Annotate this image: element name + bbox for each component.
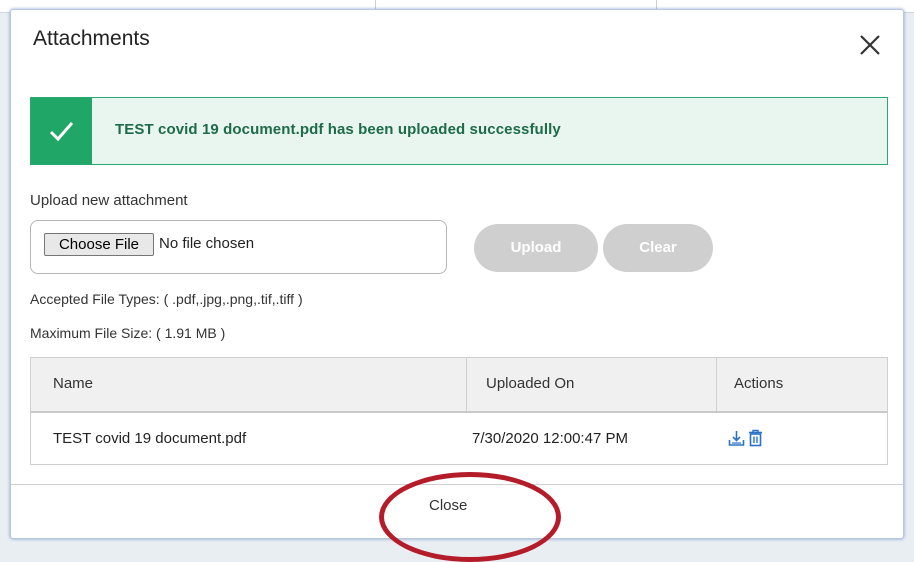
checkmark-icon: [31, 98, 92, 164]
highlight-circle: [379, 472, 561, 562]
row-file-name: TEST covid 19 document.pdf: [53, 430, 247, 447]
accepted-file-types: Accepted File Types: ( .pdf,.jpg,.png,.t…: [30, 291, 303, 307]
success-message: TEST covid 19 document.pdf has been uplo…: [115, 121, 561, 138]
row-actions: [728, 429, 768, 449]
table-header: Name Uploaded On Actions: [31, 358, 887, 413]
success-alert: TEST covid 19 document.pdf has been uplo…: [30, 97, 888, 165]
clear-button[interactable]: Clear: [603, 224, 713, 272]
delete-icon[interactable]: [748, 429, 763, 447]
column-header-actions: Actions: [734, 375, 784, 392]
upload-button[interactable]: Upload: [474, 224, 598, 272]
download-icon[interactable]: [728, 430, 745, 447]
column-divider: [466, 358, 467, 411]
close-icon[interactable]: [858, 33, 882, 57]
max-file-size: Maximum File Size: ( 1.91 MB ): [30, 325, 226, 341]
upload-label: Upload new attachment: [30, 192, 188, 209]
attachments-table: Name Uploaded On Actions TEST covid 19 d…: [30, 357, 888, 465]
dialog-title: Attachments: [33, 27, 150, 50]
attachments-dialog: Attachments TEST covid 19 document.pdf h…: [10, 9, 904, 562]
file-input[interactable]: Choose File No file chosen: [30, 220, 447, 274]
row-uploaded-on: 7/30/2020 12:00:47 PM: [472, 430, 628, 447]
column-header-name[interactable]: Name: [53, 375, 93, 392]
column-divider: [716, 358, 717, 411]
column-header-uploaded-on[interactable]: Uploaded On: [486, 375, 574, 392]
choose-file-button[interactable]: Choose File: [44, 233, 154, 256]
no-file-text: No file chosen: [159, 235, 255, 252]
